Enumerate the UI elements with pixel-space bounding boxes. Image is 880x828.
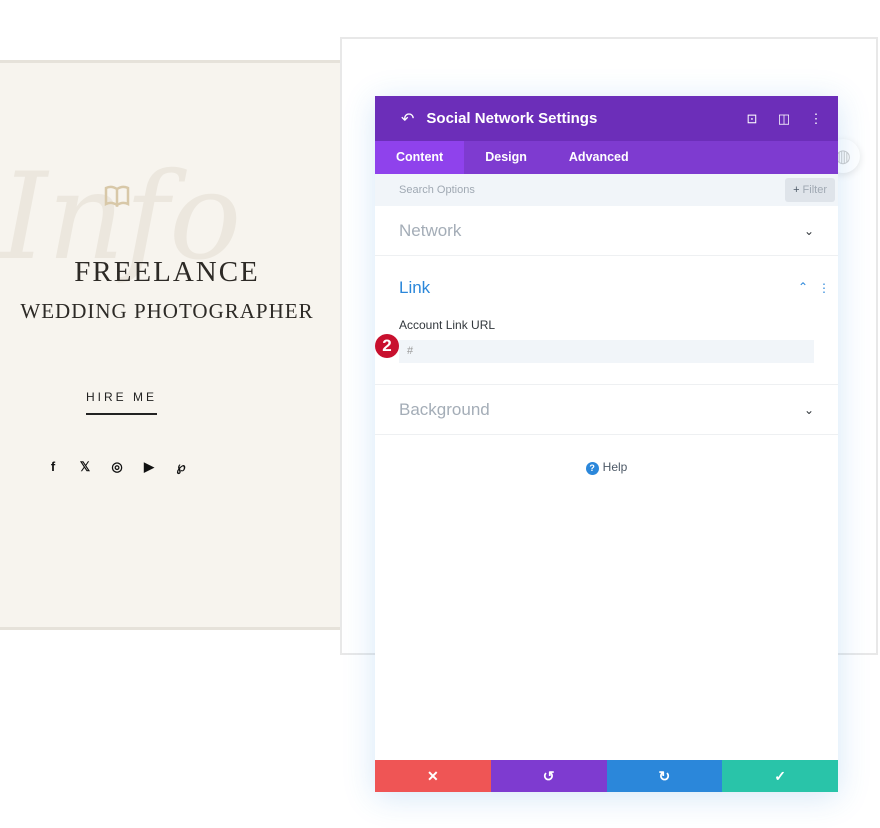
tab-advanced[interactable]: Advanced	[548, 141, 650, 174]
step-badge: 2	[375, 334, 399, 358]
section-network[interactable]: Network ⌄	[375, 206, 838, 256]
redo-button[interactable]: ↻	[606, 760, 723, 792]
chevron-up-icon[interactable]: ⌃	[798, 280, 808, 294]
modal-header: ↶ Social Network Settings ⊡ ◫ ⋮	[375, 96, 838, 141]
modal-title: Social Network Settings	[426, 110, 598, 127]
hero-title-line1: FREELANCE	[74, 256, 260, 288]
section-link: Link ⌃ ⋮ Account Link URL #	[375, 256, 838, 385]
book-icon	[104, 185, 130, 207]
facebook-icon[interactable]: f	[44, 459, 62, 477]
help-link[interactable]: ? Help	[375, 460, 838, 475]
tab-design[interactable]: Design	[464, 141, 548, 174]
more-options-icon[interactable]: ⋮	[800, 111, 832, 127]
section-title[interactable]: Link	[399, 278, 814, 298]
help-icon: ?	[585, 462, 599, 475]
search-options-input[interactable]: Search Options + Filter	[375, 174, 838, 206]
chevron-down-icon[interactable]: ⌄	[804, 403, 814, 417]
filter-button[interactable]: + Filter	[785, 178, 835, 202]
undo-button[interactable]: ↺	[490, 760, 607, 792]
hero-title-line2: WEDDING PHOTOGRAPHER	[20, 299, 314, 323]
section-title: Background	[399, 400, 490, 419]
section-menu-icon[interactable]: ⋮	[818, 281, 830, 295]
fullscreen-icon[interactable]: ⊡	[736, 111, 768, 127]
account-link-url-label: Account Link URL	[399, 318, 496, 332]
cancel-button[interactable]: ✕	[375, 760, 491, 792]
twitter-icon[interactable]: 𝕏	[76, 459, 94, 477]
help-label: Help	[602, 460, 628, 474]
tab-content[interactable]: Content	[375, 141, 465, 174]
hero-section: Info FREELANCE WEDDING PHOTOGRAPHER HIRE…	[0, 60, 340, 630]
section-background[interactable]: Background ⌄	[375, 385, 838, 435]
chevron-down-icon[interactable]: ⌄	[804, 224, 814, 238]
section-title: Network	[399, 221, 462, 240]
save-button[interactable]: ✓	[722, 760, 838, 792]
hire-me-button[interactable]: HIRE ME	[86, 390, 158, 415]
instagram-icon[interactable]: ◎	[108, 459, 126, 477]
search-placeholder: Search Options	[399, 184, 475, 196]
filter-label: Filter	[802, 184, 827, 196]
account-link-url-input[interactable]: #	[399, 340, 814, 363]
back-icon[interactable]: ↶	[401, 109, 414, 129]
split-view-icon[interactable]: ◫	[768, 111, 800, 127]
settings-modal: ↶ Social Network Settings ⊡ ◫ ⋮ Content …	[375, 96, 838, 792]
pinterest-icon[interactable]: ℘	[172, 459, 190, 477]
youtube-icon[interactable]: ▶	[140, 459, 158, 477]
